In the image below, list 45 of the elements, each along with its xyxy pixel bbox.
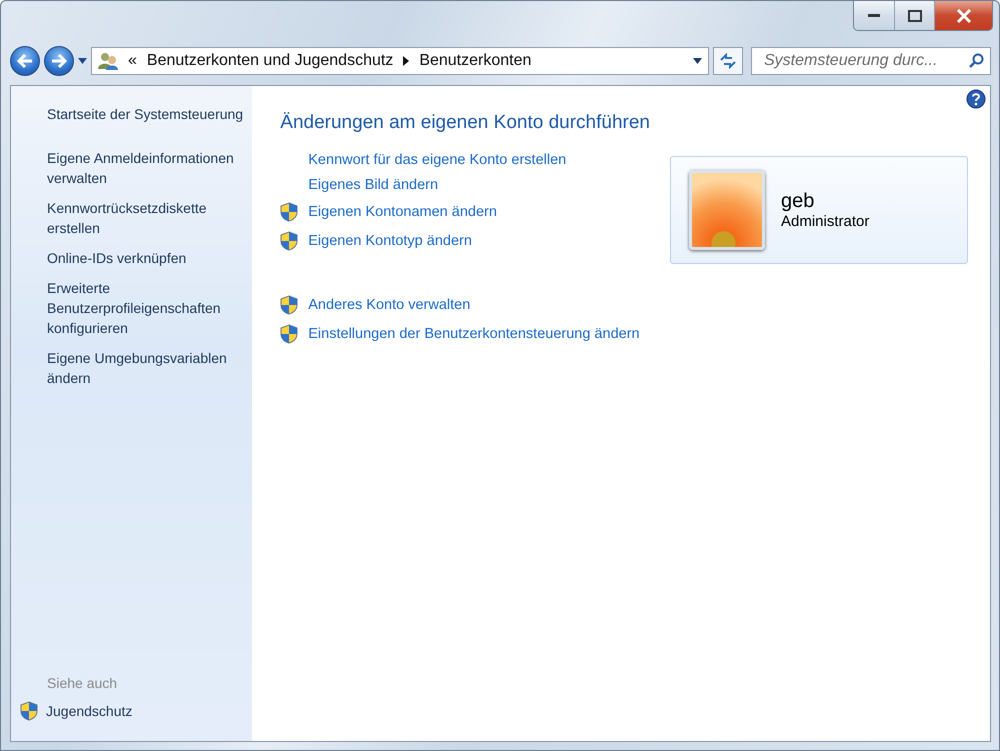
close-icon bbox=[956, 8, 972, 22]
back-arrow-icon bbox=[16, 53, 34, 69]
forward-arrow-icon bbox=[50, 53, 68, 69]
breadcrumb-overflow[interactable]: « bbox=[128, 52, 137, 70]
task-link[interactable]: Eigenes Bild ändern bbox=[308, 177, 438, 193]
dropdown-caret-icon[interactable] bbox=[78, 58, 87, 64]
close-button[interactable] bbox=[934, 1, 992, 30]
sidebar-link[interactable]: Eigene Anmeldeinformationen verwalten bbox=[47, 148, 244, 188]
sidebar-link[interactable]: Eigene Umgebungsvariablen ändern bbox=[47, 348, 244, 388]
chevron-icon[interactable] bbox=[403, 56, 410, 66]
shield-icon bbox=[280, 202, 298, 222]
search-field[interactable]: Systemsteuerung durc... bbox=[751, 47, 991, 75]
task-link[interactable]: Eigenen Kontotyp ändern bbox=[308, 233, 472, 249]
address-bar[interactable]: « Benutzerkonten und Jugendschutz Benutzerkonten bbox=[91, 47, 709, 75]
refresh-icon bbox=[719, 53, 737, 69]
shield-icon bbox=[280, 295, 298, 315]
sidebar-link[interactable]: Kennwortrücksetzdiskette erstellen bbox=[47, 198, 244, 238]
maximize-button[interactable] bbox=[894, 1, 934, 30]
see-also-heading: Siehe auch bbox=[47, 675, 118, 691]
refresh-button[interactable] bbox=[713, 47, 743, 75]
task-link[interactable]: Einstellungen der Benutzerkontensteuerung ändern bbox=[308, 326, 640, 342]
maximize-icon bbox=[908, 10, 922, 22]
minimize-icon bbox=[868, 14, 880, 18]
back-button[interactable] bbox=[10, 46, 40, 76]
dropdown-caret-icon[interactable] bbox=[693, 58, 702, 64]
sidebar-link[interactable]: Jugendschutz bbox=[46, 701, 132, 721]
shield-icon bbox=[20, 701, 38, 721]
users-icon bbox=[98, 52, 118, 70]
task-link[interactable]: Anderes Konto verwalten bbox=[308, 297, 470, 313]
sidebar-link[interactable]: Startseite der Systemsteuerung bbox=[47, 104, 244, 124]
sidebar-link[interactable]: Erweiterte Benutzerprofileigenschaften konfigurieren bbox=[47, 278, 244, 338]
shield-icon bbox=[280, 231, 298, 251]
task-link[interactable]: Kennwort für das eigene Konto erstellen bbox=[308, 152, 566, 168]
shield-icon bbox=[280, 324, 298, 344]
forward-button[interactable] bbox=[44, 46, 74, 76]
sidebar-link[interactable]: Online-IDs verknüpfen bbox=[47, 248, 244, 268]
search-icon[interactable] bbox=[968, 53, 984, 69]
minimize-button[interactable] bbox=[854, 1, 894, 30]
breadcrumb[interactable]: Benutzerkonten bbox=[419, 52, 532, 70]
page-heading: Änderungen am eigenen Konto durchführen bbox=[280, 112, 650, 134]
account-type: Administrator bbox=[781, 213, 870, 230]
breadcrumb[interactable]: Benutzerkonten und Jugendschutz bbox=[146, 52, 394, 70]
task-link[interactable]: Eigenen Kontonamen ändern bbox=[308, 204, 497, 220]
help-icon[interactable] bbox=[966, 89, 986, 109]
account-name: geb bbox=[781, 190, 816, 213]
